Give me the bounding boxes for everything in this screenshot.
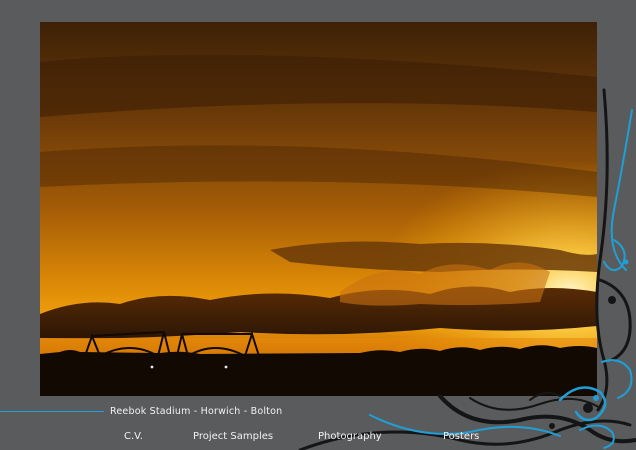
nav-link-project-samples[interactable]: Project Samples [193, 431, 273, 442]
photo-caption: Reebok Stadium - Horwich - Bolton [110, 406, 283, 417]
caption-divider [0, 411, 104, 412]
sunset-photo [40, 22, 597, 396]
nav-link-cv[interactable]: C.V. [124, 431, 143, 442]
nav-link-posters[interactable]: Posters [443, 431, 479, 442]
nav-link-photography[interactable]: Photography [318, 431, 382, 442]
sunset-photo-image [40, 22, 597, 396]
